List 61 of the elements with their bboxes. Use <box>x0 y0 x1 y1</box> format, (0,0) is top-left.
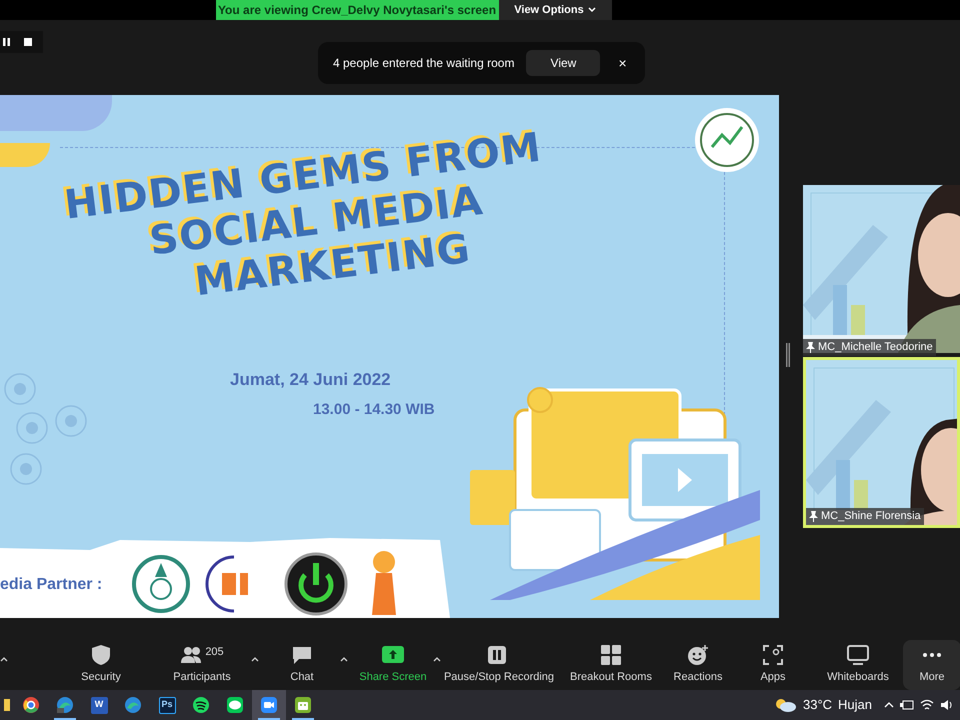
decorative-shape <box>0 143 50 167</box>
participants-button[interactable]: 205 Participants <box>147 640 257 690</box>
more-icon <box>923 653 941 658</box>
chevron-up-icon <box>884 702 894 708</box>
security-button[interactable]: Security <box>56 640 146 690</box>
shield-icon <box>90 644 112 666</box>
power-emblem-icon <box>283 551 349 617</box>
video-camera-icon <box>260 696 278 714</box>
event-time: 13.00 - 14.30 WIB <box>313 400 435 420</box>
apps-icon <box>762 644 784 666</box>
taskbar-app-button[interactable]: W <box>82 690 116 720</box>
reactions-button[interactable]: Reactions <box>664 640 732 690</box>
taskbar-app-button[interactable]: Ps <box>150 690 184 720</box>
speaker-icon <box>940 699 954 711</box>
event-date: Jumat, 24 Juni 2022 <box>230 369 391 391</box>
close-button[interactable]: × <box>618 52 627 74</box>
browser-icon <box>56 696 74 714</box>
pin-icon <box>806 342 815 353</box>
cloud-rain-icon <box>774 697 797 713</box>
running-indicator <box>292 718 314 720</box>
chat-button[interactable]: Chat <box>258 640 346 690</box>
whiteboards-button[interactable]: Whiteboards <box>814 640 902 690</box>
browser-icon <box>22 696 40 714</box>
pause-icon <box>3 38 10 46</box>
media-partner-label: edia Partner : <box>0 575 102 595</box>
grid-icon <box>600 644 622 666</box>
organization-logo-icon <box>694 107 760 173</box>
participant-name: MC_Shine Florensia <box>821 509 921 524</box>
view-button[interactable]: View <box>526 50 600 76</box>
running-indicator <box>258 718 280 720</box>
stop-icon <box>24 38 32 46</box>
view-options-button[interactable]: View Options <box>498 0 612 20</box>
breakout-button[interactable]: Breakout Rooms <box>559 640 663 690</box>
panel-resize-handle-icon <box>786 343 790 367</box>
share-button[interactable]: Share Screen <box>347 640 439 690</box>
lighthouse-emblem-icon <box>372 551 396 617</box>
weather-condition: Hujan <box>838 696 872 714</box>
smiley-icon <box>687 644 709 666</box>
more-button[interactable]: More <box>903 640 960 690</box>
recording-button[interactable]: Pause/Stop Recording <box>440 640 558 690</box>
battery-icon <box>900 700 914 710</box>
app-tile-icon: W <box>90 696 108 714</box>
wifi-icon <box>920 699 934 711</box>
folder-icon <box>4 699 10 711</box>
whiteboard-icon <box>847 644 869 666</box>
participant-count: 205 <box>205 645 224 660</box>
temperature: 33°C <box>802 696 832 714</box>
pin-icon <box>809 511 818 522</box>
caret-icon <box>0 657 8 662</box>
running-indicator <box>54 718 76 720</box>
music-app-icon <box>192 696 210 714</box>
browser-icon <box>124 696 142 714</box>
apps-button[interactable]: Apps <box>733 640 813 690</box>
notification-text: 4 people entered the waiting room <box>333 55 514 72</box>
chevron-down-icon <box>588 7 596 13</box>
taskbar-app-button[interactable] <box>252 690 286 720</box>
app-tile-icon: Ps <box>158 696 176 714</box>
messenger-icon <box>226 696 244 714</box>
screen-share-banner: You are viewing Crew_Delvy Novytasari's screen <box>216 0 498 20</box>
robot-app-icon <box>294 696 312 714</box>
participant-name: MC_Michelle Teodorine <box>818 340 933 356</box>
